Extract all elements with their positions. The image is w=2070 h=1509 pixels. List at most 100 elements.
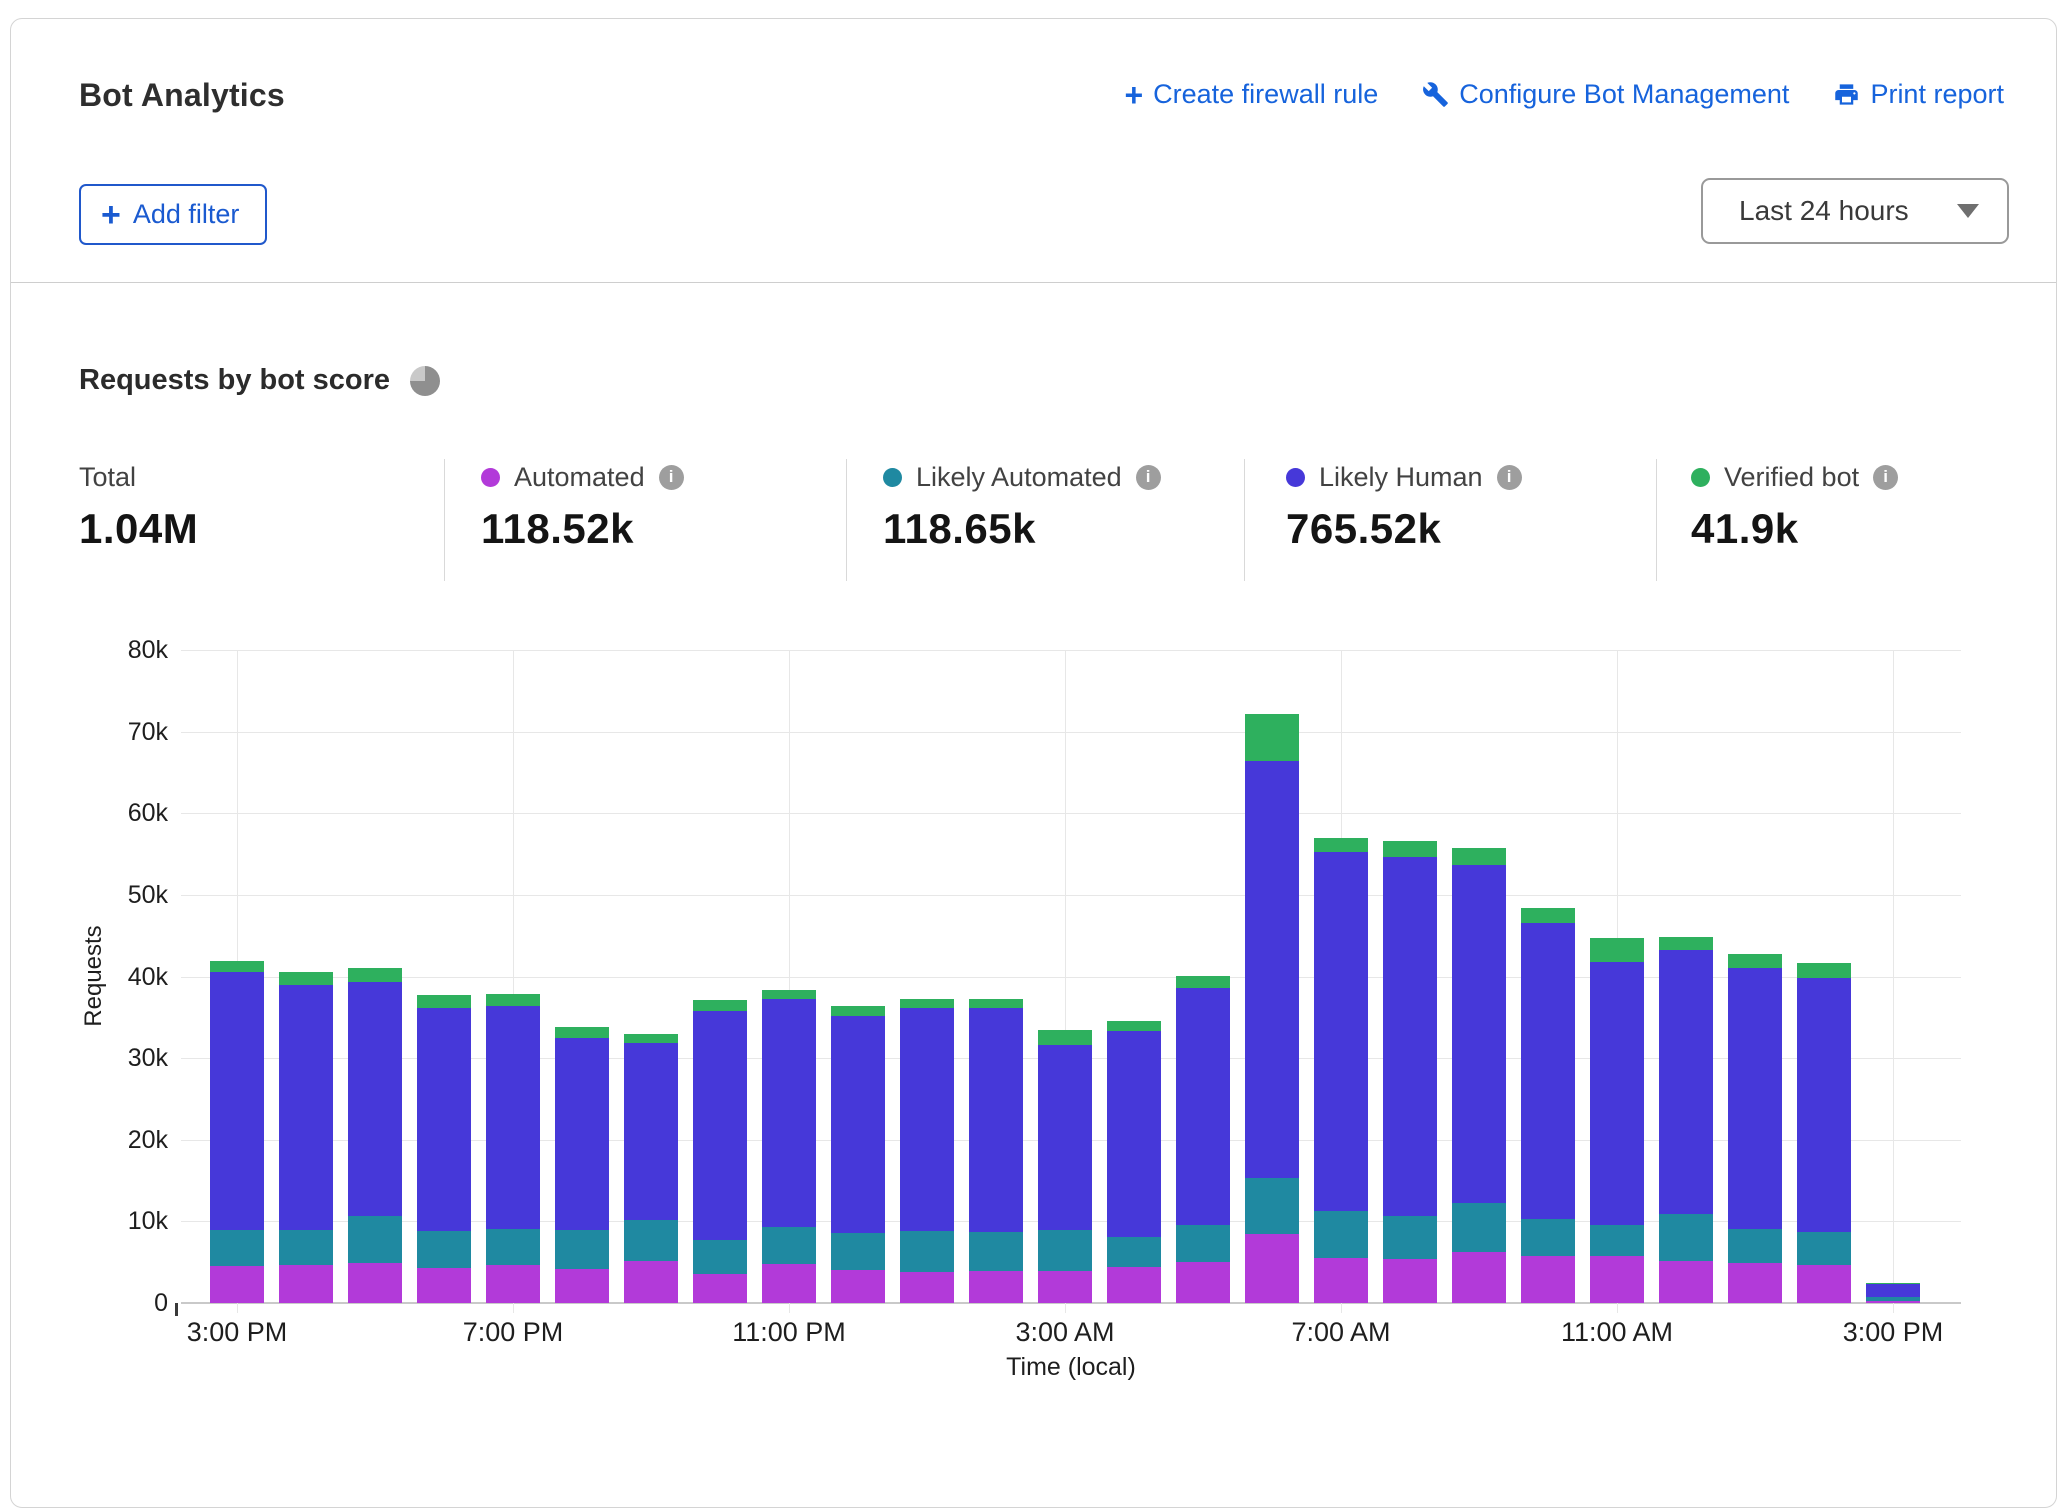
bar-segment-likely-automated bbox=[624, 1220, 678, 1261]
bar-11-00-pm[interactable] bbox=[762, 990, 816, 1303]
bar-segment-automated bbox=[1107, 1267, 1161, 1303]
bar-6-00-pm[interactable] bbox=[417, 995, 471, 1303]
bar-segment-verified-bot bbox=[1590, 938, 1644, 962]
bar-segment-likely-human bbox=[1590, 962, 1644, 1225]
bar-segment-verified-bot bbox=[555, 1027, 609, 1038]
bar-segment-automated bbox=[486, 1265, 540, 1303]
bar-segment-likely-automated bbox=[486, 1229, 540, 1266]
bar-8-00-am[interactable] bbox=[1383, 841, 1437, 1303]
requests-by-bot-score-chart: 010k20k30k40k50k60k70k80k3:00 PM7:00 PM1… bbox=[11, 19, 2058, 1509]
bar-segment-likely-automated bbox=[348, 1216, 402, 1263]
gridline bbox=[1893, 650, 1894, 1313]
bar-9-00-am[interactable] bbox=[1452, 848, 1506, 1303]
bar-segment-likely-human bbox=[1452, 865, 1506, 1203]
bar-5-00-am[interactable] bbox=[1176, 976, 1230, 1303]
bar-12-00-pm[interactable] bbox=[1659, 937, 1713, 1303]
bar-segment-automated bbox=[1521, 1256, 1575, 1303]
bar-segment-likely-automated bbox=[1314, 1211, 1368, 1258]
bar-5-00-pm[interactable] bbox=[348, 968, 402, 1303]
bar-segment-automated bbox=[831, 1270, 885, 1303]
bar-segment-likely-automated bbox=[762, 1227, 816, 1264]
bot-analytics-card: Bot Analytics + Create firewall rule Con… bbox=[10, 18, 2057, 1508]
bar-segment-verified-bot bbox=[1038, 1030, 1092, 1046]
y-axis-tick-label: 70k bbox=[98, 717, 168, 747]
bar-3-00-pm[interactable] bbox=[1866, 1283, 1920, 1303]
bar-segment-automated bbox=[1797, 1265, 1851, 1303]
bar-segment-likely-human bbox=[831, 1016, 885, 1232]
y-axis-tick-label: 10k bbox=[98, 1206, 168, 1236]
axis-tick bbox=[175, 1303, 178, 1316]
bar-2-00-pm[interactable] bbox=[1797, 963, 1851, 1303]
bar-7-00-pm[interactable] bbox=[486, 994, 540, 1303]
bar-segment-automated bbox=[1728, 1263, 1782, 1303]
bar-9-00-pm[interactable] bbox=[624, 1034, 678, 1303]
x-axis-title: Time (local) bbox=[921, 1353, 1221, 1382]
bar-segment-verified-bot bbox=[1521, 908, 1575, 924]
bar-segment-likely-automated bbox=[210, 1230, 264, 1267]
bar-3-00-am[interactable] bbox=[1038, 1030, 1092, 1303]
gridline bbox=[181, 650, 1961, 651]
bar-segment-verified-bot bbox=[693, 1000, 747, 1011]
bar-segment-automated bbox=[555, 1269, 609, 1303]
bar-1-00-am[interactable] bbox=[900, 999, 954, 1303]
bar-segment-likely-automated bbox=[1383, 1216, 1437, 1259]
bar-segment-automated bbox=[624, 1261, 678, 1303]
bar-segment-likely-automated bbox=[555, 1230, 609, 1268]
bar-segment-likely-human bbox=[1314, 852, 1368, 1211]
bar-12-00-am[interactable] bbox=[831, 1006, 885, 1303]
bar-segment-likely-automated bbox=[1659, 1214, 1713, 1261]
bar-segment-likely-human bbox=[1797, 978, 1851, 1232]
bar-segment-likely-human bbox=[210, 972, 264, 1229]
bar-segment-verified-bot bbox=[1383, 841, 1437, 857]
bar-11-00-am[interactable] bbox=[1590, 938, 1644, 1303]
bar-segment-verified-bot bbox=[1176, 976, 1230, 988]
bar-segment-likely-human bbox=[1176, 988, 1230, 1226]
bar-segment-automated bbox=[1452, 1252, 1506, 1303]
bar-10-00-pm[interactable] bbox=[693, 1000, 747, 1303]
bar-segment-likely-automated bbox=[1038, 1230, 1092, 1271]
bar-segment-automated bbox=[1176, 1262, 1230, 1303]
bar-segment-verified-bot bbox=[1659, 937, 1713, 950]
y-axis-tick-label: 50k bbox=[98, 880, 168, 910]
bar-3-00-pm[interactable] bbox=[210, 961, 264, 1303]
bar-segment-verified-bot bbox=[417, 995, 471, 1007]
bar-segment-likely-automated bbox=[1797, 1232, 1851, 1265]
bar-segment-likely-human bbox=[1659, 950, 1713, 1214]
x-axis-tick-label: 7:00 PM bbox=[413, 1317, 613, 1348]
bar-segment-likely-human bbox=[555, 1038, 609, 1231]
bar-1-00-pm[interactable] bbox=[1728, 954, 1782, 1303]
bar-segment-automated bbox=[210, 1266, 264, 1303]
bar-segment-automated bbox=[279, 1265, 333, 1303]
bar-segment-verified-bot bbox=[900, 999, 954, 1009]
bar-segment-likely-human bbox=[348, 982, 402, 1215]
bar-2-00-am[interactable] bbox=[969, 999, 1023, 1303]
gridline bbox=[181, 732, 1961, 733]
bar-segment-automated bbox=[1590, 1256, 1644, 1303]
bar-segment-automated bbox=[1659, 1261, 1713, 1303]
bar-segment-likely-human bbox=[900, 1008, 954, 1231]
bar-6-00-am[interactable] bbox=[1245, 714, 1299, 1303]
bar-segment-automated bbox=[900, 1272, 954, 1303]
bar-segment-automated bbox=[762, 1264, 816, 1303]
bar-segment-automated bbox=[1866, 1301, 1920, 1303]
bar-segment-verified-bot bbox=[1245, 714, 1299, 761]
bar-segment-automated bbox=[969, 1271, 1023, 1303]
bar-segment-likely-human bbox=[762, 999, 816, 1227]
bar-4-00-am[interactable] bbox=[1107, 1021, 1161, 1303]
bar-segment-likely-human bbox=[279, 985, 333, 1230]
y-axis-tick-label: 30k bbox=[98, 1043, 168, 1073]
bar-8-00-pm[interactable] bbox=[555, 1027, 609, 1303]
bar-segment-likely-human bbox=[624, 1043, 678, 1219]
bar-4-00-pm[interactable] bbox=[279, 972, 333, 1303]
bar-segment-verified-bot bbox=[1452, 848, 1506, 864]
bar-segment-likely-automated bbox=[1728, 1229, 1782, 1263]
bar-segment-verified-bot bbox=[1314, 838, 1368, 852]
bar-segment-likely-automated bbox=[417, 1231, 471, 1268]
bar-segment-likely-human bbox=[1383, 857, 1437, 1216]
bar-7-00-am[interactable] bbox=[1314, 838, 1368, 1303]
bar-segment-verified-bot bbox=[1107, 1021, 1161, 1032]
bar-segment-verified-bot bbox=[348, 968, 402, 982]
bar-segment-likely-human bbox=[1107, 1031, 1161, 1237]
bar-segment-verified-bot bbox=[1797, 963, 1851, 979]
bar-10-00-am[interactable] bbox=[1521, 908, 1575, 1303]
